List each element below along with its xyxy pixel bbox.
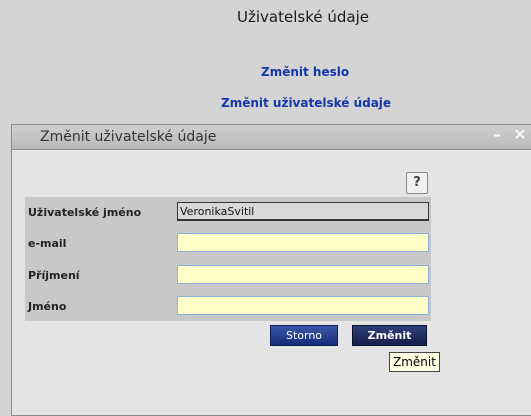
- cancel-button[interactable]: Storno: [270, 325, 338, 346]
- change-user-data-dialog: Změnit uživatelské údaje – ✕ ? Uživatels…: [11, 124, 531, 416]
- dialog-title: Změnit uživatelské údaje: [40, 129, 217, 145]
- close-icon[interactable]: ✕: [512, 127, 528, 143]
- change-user-data-link[interactable]: Změnit uživatelské údaje: [221, 96, 391, 110]
- user-data-form: Uživatelské jméno e-mail Příjmení Jméno: [25, 197, 431, 321]
- page-title: Uživatelské údaje: [237, 8, 369, 26]
- username-label: Uživatelské jméno: [28, 206, 142, 219]
- help-button[interactable]: ?: [406, 172, 428, 194]
- change-password-link[interactable]: Změnit heslo: [261, 65, 349, 79]
- surname-field[interactable]: [177, 265, 429, 284]
- submit-button[interactable]: Změnit: [352, 325, 427, 346]
- dialog-titlebar[interactable]: Změnit uživatelské údaje – ✕: [12, 125, 531, 150]
- form-row-surname: Příjmení: [25, 262, 431, 288]
- form-row-email: e-mail: [25, 230, 431, 256]
- firstname-field[interactable]: [177, 296, 429, 315]
- surname-label: Příjmení: [28, 269, 80, 282]
- email-field[interactable]: [177, 233, 429, 252]
- minimize-icon[interactable]: –: [489, 127, 505, 143]
- firstname-label: Jméno: [28, 300, 67, 313]
- submit-tooltip: Změnit: [389, 352, 440, 372]
- username-field: [177, 202, 429, 221]
- email-label: e-mail: [28, 237, 67, 250]
- form-row-firstname: Jméno: [25, 293, 431, 319]
- form-row-username: Uživatelské jméno: [25, 199, 431, 225]
